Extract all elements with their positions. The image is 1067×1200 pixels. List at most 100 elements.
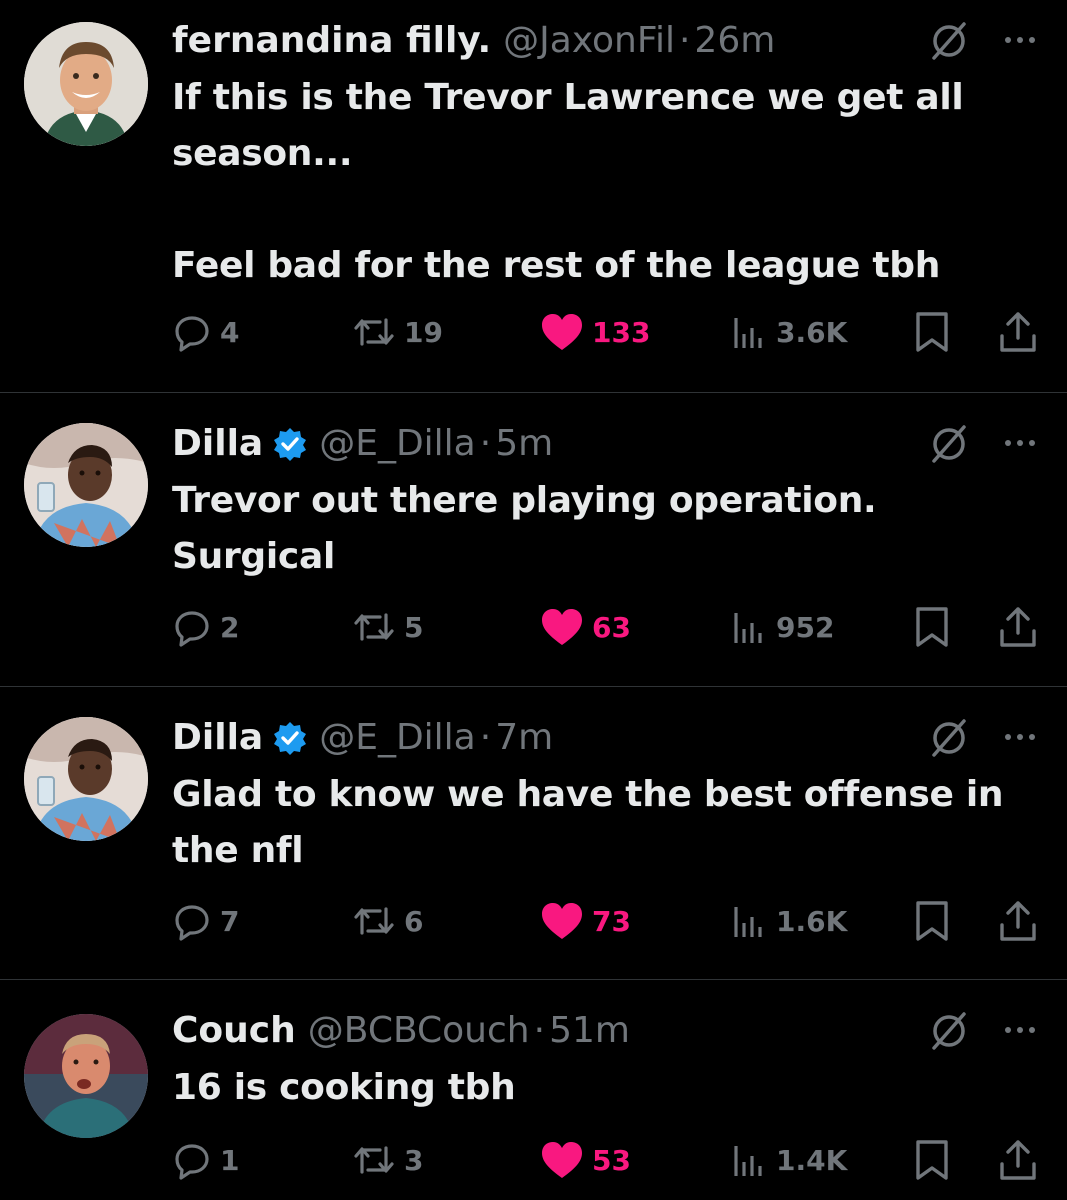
display-name[interactable]: Dilla <box>172 713 263 763</box>
tweet-text: If this is the Trevor Lawrence we get al… <box>172 77 964 286</box>
views-chart-icon <box>734 318 762 348</box>
user-handle[interactable]: @BCBCouch <box>308 1006 530 1056</box>
views-count: 3.6K <box>776 315 848 349</box>
tweet-header: Dilla @E_Dilla · 5m <box>172 419 553 469</box>
man-with-drink-avatar-icon <box>24 423 148 547</box>
user-handle[interactable]: @JaxonFil <box>503 16 675 66</box>
avatar[interactable] <box>24 22 148 146</box>
reply-button[interactable]: 7 <box>172 899 239 943</box>
verified-badge-icon <box>273 721 307 755</box>
reply-icon <box>175 611 209 647</box>
retweet-count: 19 <box>404 315 443 349</box>
bookmark-icon <box>916 607 948 647</box>
more-options-icon[interactable] <box>1000 1020 1040 1040</box>
share-icon <box>1000 901 1036 941</box>
tweet[interactable]: fernandina filly. @JaxonFil · 26m If thi… <box>0 0 1067 392</box>
tweet-actions: 1 3 53 1.4K <box>172 1138 1042 1182</box>
bookmark-icon <box>916 901 948 941</box>
more-options-icon[interactable] <box>1000 30 1040 50</box>
retweet-icon <box>354 613 394 641</box>
avatar[interactable] <box>24 717 148 841</box>
tweet-text: Glad to know we have the best offense in… <box>172 774 1004 871</box>
heart-icon <box>542 609 582 645</box>
avatar[interactable] <box>24 1014 148 1138</box>
retweet-count: 6 <box>404 904 424 938</box>
views-button[interactable]: 1.4K <box>728 1138 847 1182</box>
retweet-icon <box>354 1146 394 1174</box>
reply-icon <box>175 316 209 352</box>
share-button[interactable] <box>998 605 1038 649</box>
reply-icon <box>175 905 209 941</box>
views-chart-icon <box>734 1146 762 1176</box>
user-handle[interactable]: @E_Dilla <box>319 713 476 763</box>
retweet-button[interactable]: 6 <box>352 899 423 943</box>
views-button[interactable]: 3.6K <box>728 310 847 354</box>
retweet-count: 5 <box>404 610 424 644</box>
like-button[interactable]: 63 <box>540 605 631 649</box>
retweet-icon <box>354 907 394 935</box>
grok-icon[interactable] <box>928 423 970 465</box>
bookmark-icon <box>916 1140 948 1180</box>
views-button[interactable]: 952 <box>728 605 834 649</box>
like-count: 133 <box>592 315 651 349</box>
views-chart-icon <box>734 907 762 937</box>
retweet-button[interactable]: 3 <box>352 1138 423 1182</box>
heart-icon <box>542 903 582 939</box>
grok-icon[interactable] <box>928 20 970 62</box>
more-options-icon[interactable] <box>1000 727 1040 747</box>
like-button[interactable]: 133 <box>540 310 650 354</box>
timestamp[interactable]: 7m <box>495 713 553 763</box>
reply-button[interactable]: 2 <box>172 605 239 649</box>
tweet-actions: 7 6 73 1.6K <box>172 899 1042 943</box>
bookmark-icon <box>916 312 948 352</box>
retweet-button[interactable]: 5 <box>352 605 423 649</box>
reply-count: 2 <box>220 610 240 644</box>
bookmark-button[interactable] <box>912 899 952 943</box>
retweet-button[interactable]: 19 <box>352 310 443 354</box>
tweet-actions: 2 5 63 952 <box>172 605 1042 649</box>
views-count: 952 <box>776 610 835 644</box>
views-count: 1.6K <box>776 904 848 938</box>
separator-dot: · <box>479 717 492 758</box>
reply-button[interactable]: 4 <box>172 310 239 354</box>
reply-icon <box>175 1144 209 1180</box>
reply-button[interactable]: 1 <box>172 1138 239 1182</box>
share-icon <box>1000 312 1036 352</box>
separator-dot: · <box>533 1010 546 1051</box>
tweet[interactable]: Dilla @E_Dilla · 5m Trevor out there pla… <box>0 393 1067 686</box>
views-button[interactable]: 1.6K <box>728 899 847 943</box>
tweet[interactable]: Couch @BCBCouch · 51m 16 is cooking tbh … <box>0 980 1067 1200</box>
heart-icon <box>542 1142 582 1178</box>
views-count: 1.4K <box>776 1143 848 1177</box>
man-with-drink-avatar-icon <box>24 717 148 841</box>
more-options-icon[interactable] <box>1000 433 1040 453</box>
share-button[interactable] <box>998 310 1038 354</box>
bookmark-button[interactable] <box>912 605 952 649</box>
bookmark-button[interactable] <box>912 310 952 354</box>
timestamp[interactable]: 26m <box>694 16 775 66</box>
heart-icon <box>542 314 582 350</box>
like-button[interactable]: 53 <box>540 1138 631 1182</box>
timestamp[interactable]: 51m <box>549 1006 630 1056</box>
grok-icon[interactable] <box>928 1010 970 1052</box>
tweet-actions: 4 19 133 3.6K <box>172 310 1042 354</box>
bookmark-button[interactable] <box>912 1138 952 1182</box>
avatar[interactable] <box>24 423 148 547</box>
tweet-text: 16 is cooking tbh <box>172 1067 516 1108</box>
tweet[interactable]: Dilla @E_Dilla · 7m Glad to know we have… <box>0 687 1067 979</box>
tweet-header: Dilla @E_Dilla · 7m <box>172 713 553 763</box>
like-count: 73 <box>592 904 631 938</box>
display-name[interactable]: Couch <box>172 1006 296 1056</box>
like-count: 53 <box>592 1143 631 1177</box>
display-name[interactable]: fernandina filly. <box>172 16 491 66</box>
user-handle[interactable]: @E_Dilla <box>319 419 476 469</box>
share-button[interactable] <box>998 899 1038 943</box>
coach-avatar-icon <box>24 1014 148 1138</box>
display-name[interactable]: Dilla <box>172 419 263 469</box>
timestamp[interactable]: 5m <box>495 419 553 469</box>
tweet-header: Couch @BCBCouch · 51m <box>172 1006 630 1056</box>
share-button[interactable] <box>998 1138 1038 1182</box>
retweet-count: 3 <box>404 1143 424 1177</box>
like-button[interactable]: 73 <box>540 899 631 943</box>
grok-icon[interactable] <box>928 717 970 759</box>
